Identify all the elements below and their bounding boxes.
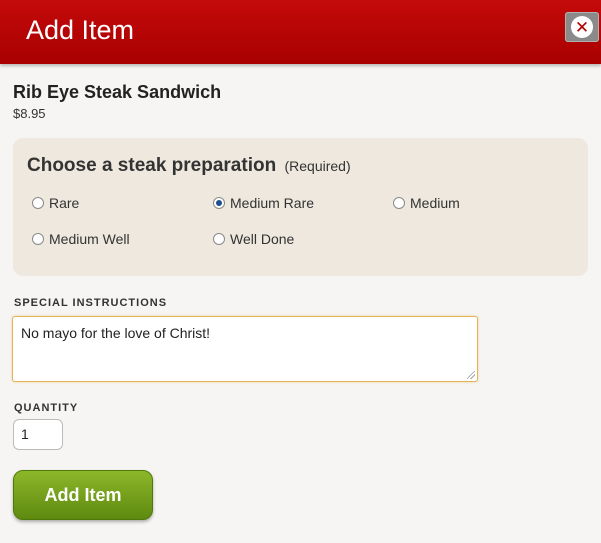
option-medium-well[interactable]: Medium Well xyxy=(32,231,130,247)
item-name: Rib Eye Steak Sandwich xyxy=(13,82,222,102)
special-instructions-label: SPECIAL INSTRUCTIONS xyxy=(14,297,168,309)
option-medium-rare[interactable]: Medium Rare xyxy=(213,195,314,211)
option-well-done[interactable]: Well Done xyxy=(213,231,294,247)
resize-grip-icon[interactable] xyxy=(467,371,475,379)
modal-title: Add Item xyxy=(26,15,135,45)
preparation-heading-text: Choose a steak preparation xyxy=(27,155,277,176)
close-icon: ✕ xyxy=(571,16,593,38)
radio-well-done[interactable] xyxy=(213,233,225,245)
preparation-panel: Choose a steak preparation (Required) Ra… xyxy=(13,138,588,276)
item-price: $8.95 xyxy=(13,106,46,121)
option-label-rare: Rare xyxy=(49,195,80,211)
special-instructions-textarea[interactable]: No mayo for the love of Christ! xyxy=(12,316,478,382)
quantity-input[interactable]: 1 xyxy=(13,419,63,450)
preparation-heading: Choose a steak preparation (Required) xyxy=(27,155,351,177)
option-label-medium: Medium xyxy=(410,195,460,211)
radio-rare[interactable] xyxy=(32,197,44,209)
close-button[interactable]: ✕ xyxy=(565,12,599,42)
required-note: (Required) xyxy=(284,158,351,174)
radio-medium-well[interactable] xyxy=(32,233,44,245)
radio-medium[interactable] xyxy=(393,197,405,209)
option-label-medium-well: Medium Well xyxy=(49,231,130,247)
option-label-medium-rare: Medium Rare xyxy=(230,195,315,211)
option-medium[interactable]: Medium xyxy=(393,195,460,211)
option-label-well-done: Well Done xyxy=(230,231,295,247)
modal-header: Add Item ✕ xyxy=(0,0,601,64)
radio-medium-rare[interactable] xyxy=(213,197,225,209)
special-instructions-value: No mayo for the love of Christ! xyxy=(21,325,211,341)
add-item-button[interactable]: Add Item xyxy=(13,470,153,520)
quantity-label: QUANTITY xyxy=(14,402,79,414)
option-rare[interactable]: Rare xyxy=(32,195,79,211)
